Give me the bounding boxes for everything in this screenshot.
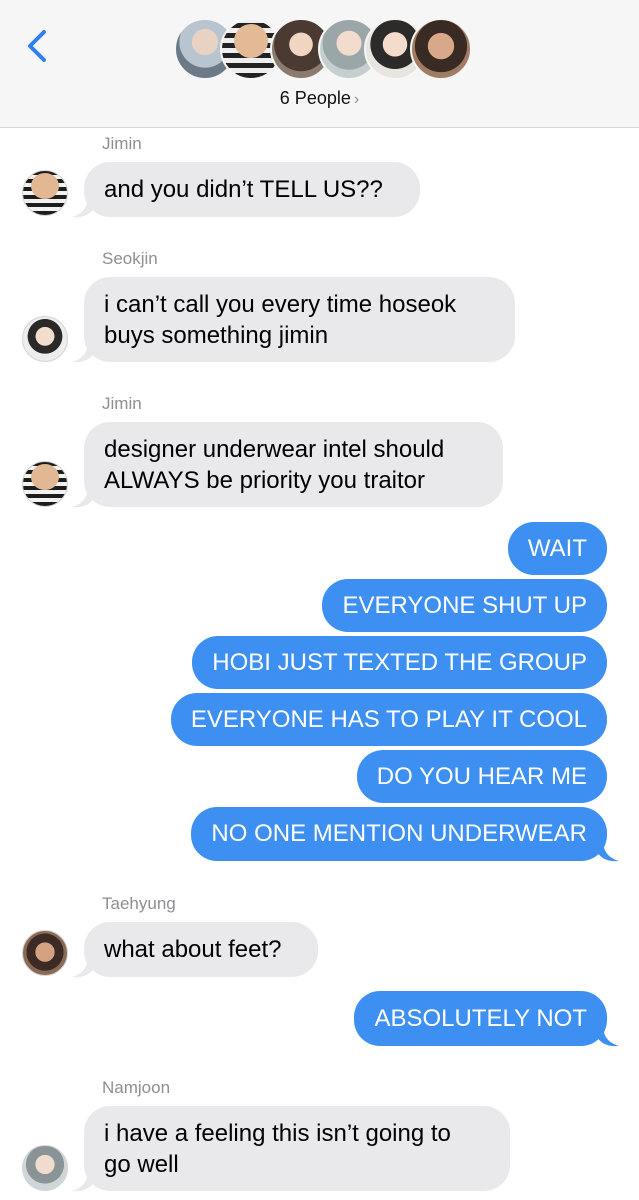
chevron-right-icon: › — [353, 91, 360, 108]
sender-name: Jimin — [102, 134, 142, 153]
outgoing-message-bubble[interactable]: EVERYONE HAS TO PLAY IT COOL — [170, 693, 607, 746]
outgoing-message-bubble[interactable]: EVERYONE SHUT UP — [322, 579, 607, 632]
message-text: DO YOU HEAR ME — [376, 763, 587, 790]
bubble-tail-icon — [597, 840, 619, 862]
message-text: WAIT — [527, 535, 587, 562]
sender-name: Seokjin — [102, 249, 158, 268]
message-text: HOBI JUST TEXTED THE GROUP — [212, 649, 587, 676]
bubble-tail-icon — [72, 341, 94, 363]
outgoing-message-bubble[interactable]: NO ONE MENTION UNDERWEAR — [191, 807, 607, 861]
outgoing-message-bubble[interactable]: DO YOU HEAR ME — [356, 750, 607, 803]
sender-avatar — [22, 461, 68, 507]
message-text: EVERYONE SHUT UP — [342, 592, 587, 619]
sender-name: Taehyung — [102, 894, 176, 913]
message-text-line: i can’t call you every time hoseok — [104, 291, 457, 318]
message-bubble[interactable]: designer underwear intel should ALWAYS b… — [84, 422, 503, 507]
message-text-line: ALWAYS be priority you traitor — [104, 467, 425, 494]
message-text: what about feet? — [104, 936, 282, 963]
bubble-tail-icon — [72, 486, 94, 508]
outgoing-message-bubble[interactable]: HOBI JUST TEXTED THE GROUP — [192, 636, 607, 689]
message-text: NO ONE MENTION UNDERWEAR — [211, 820, 587, 847]
avatar — [410, 18, 472, 80]
group-avatars[interactable] — [174, 18, 472, 82]
back-chevron-icon[interactable] — [22, 26, 52, 66]
sender-name: Namjoon — [102, 1078, 171, 1097]
outgoing-message-bubble[interactable]: ABSOLUTELY NOT — [354, 991, 607, 1046]
sender-name: Jimin — [102, 394, 142, 413]
outgoing-message-bubble[interactable]: WAIT — [507, 522, 607, 575]
people-count-link[interactable]: 6 People › — [0, 88, 639, 109]
bubble-tail-icon — [72, 956, 94, 978]
bubble-tail-icon — [72, 1170, 94, 1192]
conversation-header: 6 People › — [0, 0, 639, 128]
bubble-tail-icon — [72, 196, 94, 218]
message-text-line: i have a feeling this isn’t going to — [104, 1120, 451, 1147]
message-text-line: buys something jimin — [104, 322, 329, 349]
sender-avatar — [22, 316, 68, 362]
sender-avatar — [22, 1145, 68, 1191]
message-bubble[interactable]: i have a feeling this isn’t going to go … — [84, 1106, 510, 1191]
message-text: and you didn’t TELL US?? — [104, 176, 383, 203]
message-bubble[interactable]: what about feet? — [84, 922, 318, 977]
message-text-line: go well — [104, 1151, 179, 1178]
bubble-tail-icon — [597, 1025, 619, 1047]
message-bubble[interactable]: and you didn’t TELL US?? — [84, 162, 420, 217]
message-text-line: designer underwear intel should — [104, 436, 445, 463]
sender-avatar — [22, 170, 68, 216]
message-bubble[interactable]: i can’t call you every time hoseok buys … — [84, 277, 515, 362]
people-count-label: 6 People — [279, 88, 351, 108]
message-text: EVERYONE HAS TO PLAY IT COOL — [190, 706, 587, 733]
message-text: ABSOLUTELY NOT — [374, 1005, 587, 1032]
sender-avatar — [22, 930, 68, 976]
